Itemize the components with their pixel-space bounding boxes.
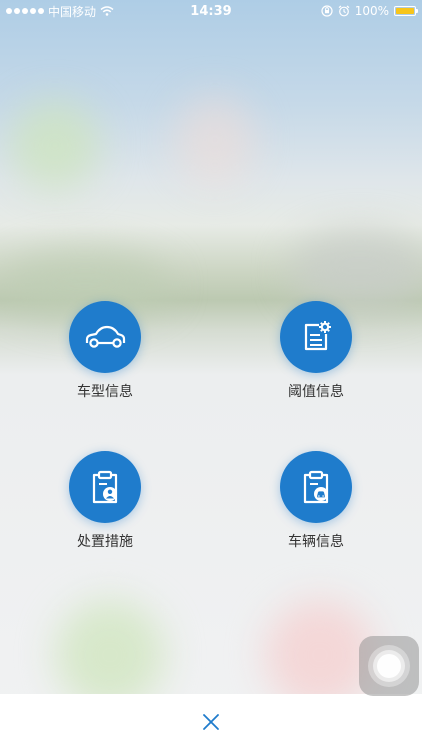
- assistive-touch-ring: [368, 645, 410, 687]
- orientation-lock-icon: [321, 5, 333, 17]
- menu-label: 车型信息: [77, 384, 133, 400]
- assistive-touch-button[interactable]: [359, 636, 419, 696]
- status-right: 100%: [321, 4, 418, 18]
- menu-icon-circle: [280, 301, 352, 373]
- blur-blob: [175, 95, 255, 185]
- menu-label: 车辆信息: [288, 534, 344, 550]
- status-bar: 中国移动 14:39 100%: [0, 0, 422, 22]
- menu-icon-circle: [69, 451, 141, 523]
- close-button[interactable]: [196, 707, 226, 737]
- blur-blob: [290, 230, 422, 310]
- document-settings-icon: [304, 321, 331, 351]
- menu-item-handling-measures[interactable]: 处置措施: [25, 451, 185, 551]
- menu-label: 处置措施: [77, 534, 133, 550]
- alarm-icon: [338, 5, 350, 17]
- close-icon: [203, 714, 219, 730]
- clipboard-user-icon: [92, 470, 118, 504]
- menu-icon-circle: [69, 301, 141, 373]
- clipboard-car-icon: [303, 470, 329, 504]
- menu-item-vehicle-info[interactable]: 车辆信息: [236, 451, 396, 551]
- car-icon: [85, 325, 126, 348]
- assistive-touch-core: [377, 654, 401, 678]
- menu-icon-circle: [280, 451, 352, 523]
- menu-item-threshold-info[interactable]: 阈值信息: [236, 301, 396, 401]
- battery-fill: [396, 8, 414, 14]
- menu-label: 阈值信息: [288, 384, 344, 400]
- assistive-touch-ring: [373, 650, 405, 682]
- battery-icon: [394, 6, 418, 16]
- bottom-bar: [0, 694, 422, 750]
- menu-item-vehicle-model[interactable]: 车型信息: [25, 301, 185, 401]
- blur-blob: [10, 100, 100, 190]
- battery-percent: 100%: [354, 4, 389, 18]
